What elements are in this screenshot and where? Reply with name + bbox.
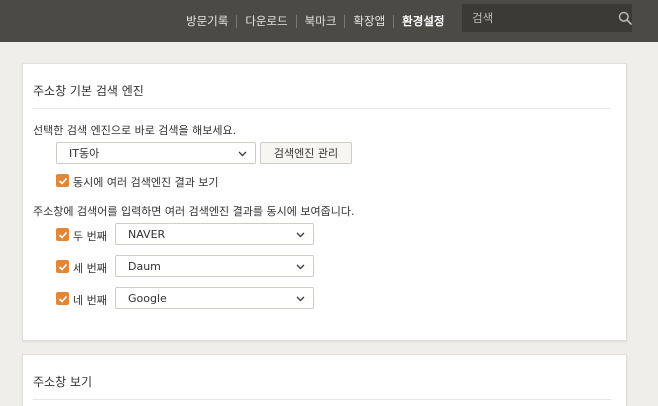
second-engine-value: NAVER	[128, 227, 166, 241]
nav-downloads[interactable]: 다운로드	[237, 13, 295, 29]
fourth-engine-checkbox[interactable]	[56, 292, 69, 305]
second-engine-label[interactable]: 두 번째	[73, 228, 107, 244]
search-input[interactable]	[462, 4, 618, 32]
multi-result-label[interactable]: 동시에 여러 검색엔진 결과 보기	[73, 174, 219, 190]
manage-engines-button[interactable]: 검색엔진 관리	[260, 142, 352, 164]
engine-instruction: 선택한 검색 엔진으로 바로 검색을 해보세요.	[33, 124, 237, 137]
second-engine-checkbox[interactable]	[56, 228, 69, 241]
third-engine-value: Daum	[128, 259, 161, 273]
panel-title: 주소창 보기	[33, 375, 93, 389]
divider	[33, 108, 611, 109]
top-bar: 방문기록 다운로드 북마크 확장앱 환경설정	[0, 0, 658, 42]
third-engine-label[interactable]: 세 번째	[73, 260, 107, 276]
second-engine-select[interactable]: NAVER	[115, 223, 314, 245]
multi-result-checkbox[interactable]	[56, 174, 69, 187]
fourth-engine-label[interactable]: 네 번째	[73, 292, 107, 308]
nav-extensions[interactable]: 확장앱	[345, 13, 393, 29]
search-engine-panel: 주소창 기본 검색 엔진 선택한 검색 엔진으로 바로 검색을 해보세요. IT…	[22, 63, 627, 341]
chevron-down-icon	[296, 264, 305, 270]
main-nav: 방문기록 다운로드 북마크 확장앱 환경설정	[178, 0, 452, 42]
chevron-down-icon	[296, 296, 305, 302]
chevron-down-icon	[238, 151, 247, 157]
nav-history[interactable]: 방문기록	[178, 13, 236, 29]
search-icon[interactable]	[618, 4, 632, 32]
divider	[33, 399, 611, 400]
checkmark-icon	[58, 295, 67, 303]
search-box	[462, 4, 632, 32]
third-engine-checkbox[interactable]	[56, 260, 69, 273]
panel-title: 주소창 기본 검색 엔진	[33, 84, 144, 98]
third-engine-select[interactable]: Daum	[115, 255, 314, 277]
multi-result-description: 주소창에 검색어를 입력하면 여러 검색엔진 결과를 동시에 보여줍니다.	[33, 205, 355, 218]
default-engine-select[interactable]: IT동아	[56, 142, 256, 164]
fourth-engine-value: Google	[128, 291, 167, 305]
chevron-down-icon	[296, 232, 305, 238]
address-bar-panel: 주소창 보기	[22, 354, 627, 406]
checkmark-icon	[58, 231, 67, 239]
nav-settings[interactable]: 환경설정	[394, 13, 452, 29]
fourth-engine-select[interactable]: Google	[115, 287, 314, 309]
nav-bookmarks[interactable]: 북마크	[297, 13, 345, 29]
default-engine-value: IT동아	[69, 147, 100, 160]
checkmark-icon	[58, 263, 67, 271]
checkmark-icon	[58, 177, 67, 185]
